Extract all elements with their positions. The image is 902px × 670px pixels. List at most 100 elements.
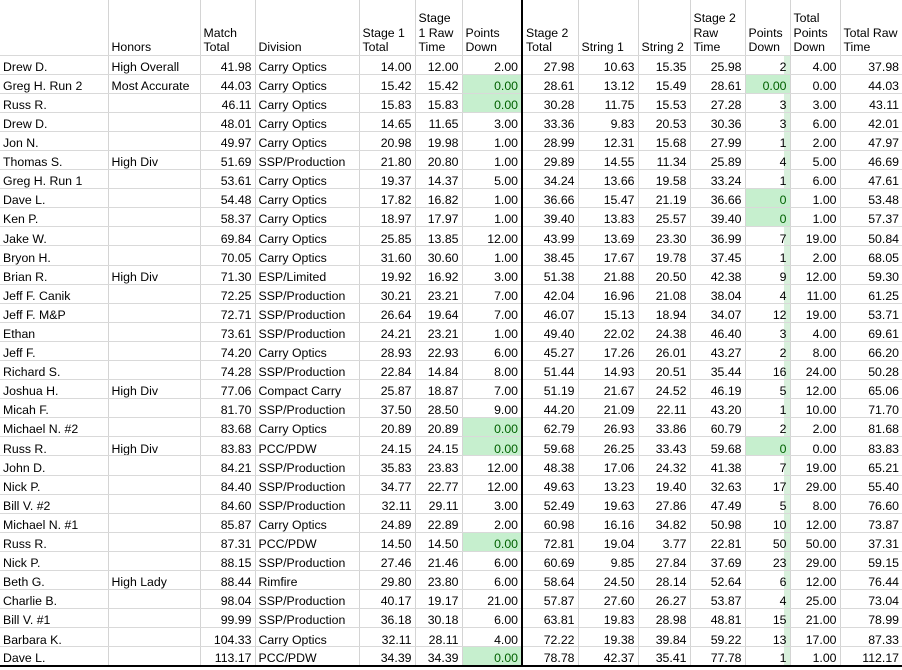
cell-string2[interactable]: 15.53 [638, 93, 691, 113]
cell-s2_down[interactable]: 15 [745, 608, 791, 629]
cell-s1_raw[interactable]: 19.64 [415, 303, 463, 323]
cell-s2_down[interactable]: 1 [745, 245, 791, 266]
cell-tot_down[interactable]: 2.00 [790, 417, 841, 438]
cell-division[interactable]: SSP/Production [255, 360, 360, 381]
cell-honors[interactable]: High Lady [108, 570, 201, 591]
cell-s2_raw[interactable]: 77.78 [690, 646, 746, 668]
cell-string1[interactable]: 42.37 [578, 646, 639, 668]
cell-s2_down[interactable]: 3 [745, 112, 791, 132]
cell-s2_raw[interactable]: 47.49 [690, 494, 746, 514]
cell-s1_down[interactable]: 0.00 [462, 436, 523, 457]
cell-tot_down[interactable]: 25.00 [790, 589, 841, 610]
cell-tot_down[interactable]: 11.00 [790, 284, 841, 304]
cell-s1_raw[interactable]: 28.50 [415, 398, 463, 419]
cell-match_total[interactable]: 51.69 [200, 150, 256, 171]
cell-s2_down[interactable]: 0 [745, 436, 791, 457]
table-row[interactable]: Russ R. 87.31 PCC/PDW 14.50 14.50 0.00 72.81 19… [0, 532, 902, 552]
cell-division[interactable]: Carry Optics [255, 169, 360, 190]
cell-string1[interactable]: 9.85 [578, 551, 639, 572]
cell-match_total[interactable]: 41.98 [200, 55, 256, 75]
cell-s1_total[interactable]: 14.00 [359, 55, 416, 75]
table-row[interactable]: Barbara K. 104.33 Carry Optics 32.11 28.11 4.… [0, 627, 902, 648]
cell-tot_down[interactable]: 1.00 [790, 188, 841, 209]
cell-s1_raw[interactable]: 21.46 [415, 551, 463, 572]
cell-s1_raw[interactable]: 14.84 [415, 360, 463, 381]
cell-s2_down[interactable]: 7 [745, 455, 791, 476]
cell-s2_down[interactable]: 3 [745, 93, 791, 113]
cell-string1[interactable]: 15.13 [578, 303, 639, 323]
cell-s1_total[interactable]: 22.84 [359, 360, 416, 381]
cell-division[interactable]: Carry Optics [255, 188, 360, 209]
cell-s2_total[interactable]: 60.69 [522, 551, 579, 572]
cell-string1[interactable]: 19.83 [578, 608, 639, 629]
cell-string2[interactable]: 28.98 [638, 608, 691, 629]
cell-s2_total[interactable]: 78.78 [522, 646, 579, 668]
cell-s2_raw[interactable]: 46.40 [690, 322, 746, 342]
cell-name[interactable]: Nick P. [0, 551, 109, 572]
cell-match_total[interactable]: 49.97 [200, 131, 256, 151]
cell-s1_total[interactable]: 21.80 [359, 150, 416, 171]
table-row[interactable]: Drew D. High Overall 41.98 Carry Optics 14.0… [0, 55, 902, 75]
cell-name[interactable]: Brian R. [0, 265, 109, 285]
cell-s1_total[interactable]: 14.65 [359, 112, 416, 132]
cell-s1_total[interactable]: 40.17 [359, 589, 416, 610]
cell-division[interactable]: Carry Optics [255, 112, 360, 132]
cell-name[interactable]: Ethan [0, 322, 109, 342]
cell-string2[interactable]: 35.41 [638, 646, 691, 668]
table-row[interactable]: Jon N. 49.97 Carry Optics 20.98 19.98 1.00 28.… [0, 131, 902, 151]
cell-tot_down[interactable]: 12.00 [790, 379, 841, 400]
cell-string1[interactable]: 13.69 [578, 226, 639, 247]
cell-string1[interactable]: 27.60 [578, 589, 639, 610]
cell-tot_raw[interactable]: 73.87 [840, 513, 902, 533]
cell-match_total[interactable]: 58.37 [200, 207, 256, 228]
cell-tot_down[interactable]: 10.00 [790, 398, 841, 419]
table-row[interactable]: Brian R. High Div 71.30 ESP/Limited 19.92 16.… [0, 265, 902, 285]
cell-honors[interactable]: High Div [108, 379, 201, 400]
cell-string1[interactable]: 21.09 [578, 398, 639, 419]
cell-s1_down[interactable]: 7.00 [462, 303, 523, 323]
cell-s1_total[interactable]: 25.87 [359, 379, 416, 400]
cell-s2_down[interactable]: 1 [745, 398, 791, 419]
cell-s2_raw[interactable]: 37.69 [690, 551, 746, 572]
col-header-match-total[interactable]: Match Total [200, 0, 256, 56]
cell-string1[interactable]: 16.16 [578, 513, 639, 533]
cell-honors[interactable]: High Overall [108, 55, 201, 75]
cell-string1[interactable]: 14.55 [578, 150, 639, 171]
cell-s1_total[interactable]: 24.15 [359, 436, 416, 457]
cell-tot_down[interactable]: 1.00 [790, 646, 841, 668]
cell-s1_total[interactable]: 28.93 [359, 341, 416, 362]
cell-s1_down[interactable]: 7.00 [462, 379, 523, 400]
table-row[interactable]: Bill V. #2 84.60 SSP/Production 32.11 29.11 3… [0, 494, 902, 514]
cell-tot_down[interactable]: 6.00 [790, 169, 841, 190]
cell-s2_total[interactable]: 43.99 [522, 226, 579, 247]
cell-s2_raw[interactable]: 36.99 [690, 226, 746, 247]
cell-s1_down[interactable]: 6.00 [462, 570, 523, 591]
cell-s1_raw[interactable]: 20.89 [415, 417, 463, 438]
cell-name[interactable]: Thomas S. [0, 150, 109, 171]
table-row[interactable]: Joshua H. High Div 77.06 Compact Carry 25.87… [0, 379, 902, 400]
cell-tot_raw[interactable]: 47.61 [840, 169, 902, 190]
cell-tot_raw[interactable]: 112.17 [840, 646, 902, 668]
cell-honors[interactable] [108, 93, 201, 113]
cell-name[interactable]: Greg H. Run 1 [0, 169, 109, 190]
cell-string2[interactable]: 15.49 [638, 74, 691, 94]
cell-tot_raw[interactable]: 59.15 [840, 551, 902, 572]
col-header-stage1-total[interactable]: Stage 1 Total [359, 0, 416, 56]
cell-name[interactable]: Nick P. [0, 475, 109, 495]
cell-tot_down[interactable]: 12.00 [790, 570, 841, 591]
cell-tot_down[interactable]: 2.00 [790, 131, 841, 151]
cell-tot_raw[interactable]: 65.06 [840, 379, 902, 400]
cell-tot_down[interactable]: 3.00 [790, 93, 841, 113]
cell-honors[interactable] [108, 589, 201, 610]
cell-match_total[interactable]: 72.25 [200, 284, 256, 304]
cell-s1_raw[interactable]: 15.83 [415, 93, 463, 113]
cell-string1[interactable]: 12.31 [578, 131, 639, 151]
cell-string2[interactable]: 19.40 [638, 475, 691, 495]
cell-honors[interactable]: High Div [108, 436, 201, 457]
cell-s2_down[interactable]: 23 [745, 551, 791, 572]
cell-s2_down[interactable]: 2 [745, 341, 791, 362]
cell-string2[interactable]: 20.51 [638, 360, 691, 381]
cell-s1_total[interactable]: 32.11 [359, 494, 416, 514]
cell-match_total[interactable]: 46.11 [200, 93, 256, 113]
cell-match_total[interactable]: 99.99 [200, 608, 256, 629]
